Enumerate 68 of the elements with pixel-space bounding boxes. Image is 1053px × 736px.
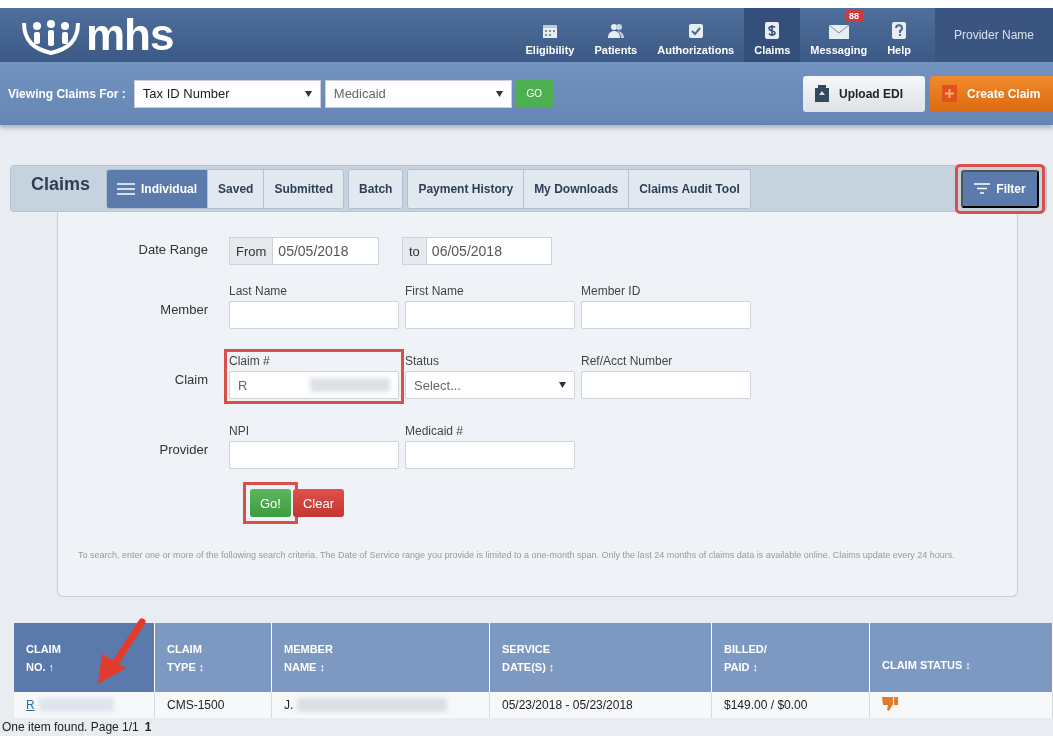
notification-badge: 88	[844, 10, 863, 22]
input-field[interactable]	[581, 301, 751, 329]
checkbox-icon	[687, 23, 704, 39]
row-label: Provider	[158, 441, 209, 457]
caret-icon	[304, 90, 312, 97]
field-label: Last Name	[229, 284, 289, 298]
status-dropdown[interactable]: Select...	[405, 371, 575, 399]
row-label: Date Range	[137, 241, 209, 257]
help-icon	[892, 22, 907, 39]
tab[interactable]: My Downloads	[524, 169, 630, 208]
dollar-document-icon	[765, 22, 780, 39]
thumbs-down-icon	[882, 696, 898, 711]
nav-item[interactable]: Patients	[584, 8, 648, 62]
input-field[interactable]	[581, 371, 751, 399]
field-label: Claim #	[229, 354, 271, 368]
column-header[interactable]: CLAIM NO. ↑	[14, 623, 155, 692]
results-summary: One item found. Page 1/1	[2, 720, 139, 734]
nav-item[interactable]: Help	[877, 8, 921, 62]
date-field[interactable]: to 06/05/2018	[402, 237, 552, 265]
dropdown[interactable]: Medicaid	[324, 79, 512, 108]
input-field[interactable]: R	[229, 371, 399, 399]
table-cell: 05/23/2018 - 05/23/2018	[502, 698, 633, 712]
nav-item[interactable]: Claims	[744, 8, 801, 62]
tab[interactable]: Payment History	[408, 169, 525, 208]
dropdown[interactable]: Tax ID Number	[133, 79, 321, 108]
nav-item[interactable]: Eligibility	[515, 8, 585, 62]
help-text: To search, enter one or more of the following search criteria. The Date of Service range you provide is limited to a one-month span. Only the last 24 months of claims data is available online. Claims update every 24 hours.	[78, 549, 956, 562]
input-field[interactable]	[229, 301, 399, 329]
file-upload-icon	[815, 85, 829, 102]
section-title: Claims	[31, 174, 91, 195]
row-label: Member	[159, 301, 209, 317]
calendar-icon	[541, 23, 558, 39]
input-field[interactable]	[405, 301, 575, 329]
field-label: Medicaid #	[405, 424, 465, 438]
clear-button[interactable]: Clear	[292, 489, 345, 517]
field-label: Member ID	[581, 284, 642, 298]
tab[interactable]: Batch	[349, 169, 403, 208]
table-cell: CMS-1500	[167, 698, 225, 712]
tab[interactable]: Individual	[107, 169, 209, 208]
filter-icon	[974, 183, 991, 194]
caret-icon	[559, 382, 566, 388]
viewing-for-label: Viewing Claims For :	[8, 86, 126, 101]
logo-text: mhs	[86, 13, 174, 57]
field-label: First Name	[405, 284, 465, 298]
tab[interactable]: Submitted	[264, 169, 344, 208]
nav-item[interactable]: Messaging 88	[800, 8, 878, 62]
upload-button[interactable]: Upload EDI	[803, 75, 925, 112]
tab[interactable]: Saved	[208, 169, 265, 208]
row-label: Claim	[173, 371, 209, 387]
claim-link[interactable]: R	[26, 697, 35, 712]
date-field[interactable]: From 05/05/2018	[229, 237, 379, 265]
new-document-icon	[942, 85, 957, 102]
tab[interactable]: Claims Audit Tool	[629, 169, 750, 208]
input-field[interactable]	[229, 441, 399, 469]
field-label: NPI	[229, 424, 250, 438]
nav-item[interactable]: Authorizations	[647, 8, 745, 62]
page-link[interactable]: 1	[144, 720, 152, 734]
input-field[interactable]	[405, 441, 575, 469]
envelope-icon	[828, 25, 849, 39]
table-cell: J.	[284, 697, 294, 712]
table-cell: $149.00 / $0.00	[724, 698, 808, 712]
menu-icon	[117, 182, 136, 195]
filter-button[interactable]: Filter	[961, 169, 1039, 208]
field-label: Ref/Acct Number	[581, 354, 674, 368]
field-label: Status	[405, 354, 441, 368]
caret-icon	[495, 90, 503, 97]
people-icon	[606, 23, 625, 39]
user-menu[interactable]: Provider Name	[935, 8, 1053, 62]
